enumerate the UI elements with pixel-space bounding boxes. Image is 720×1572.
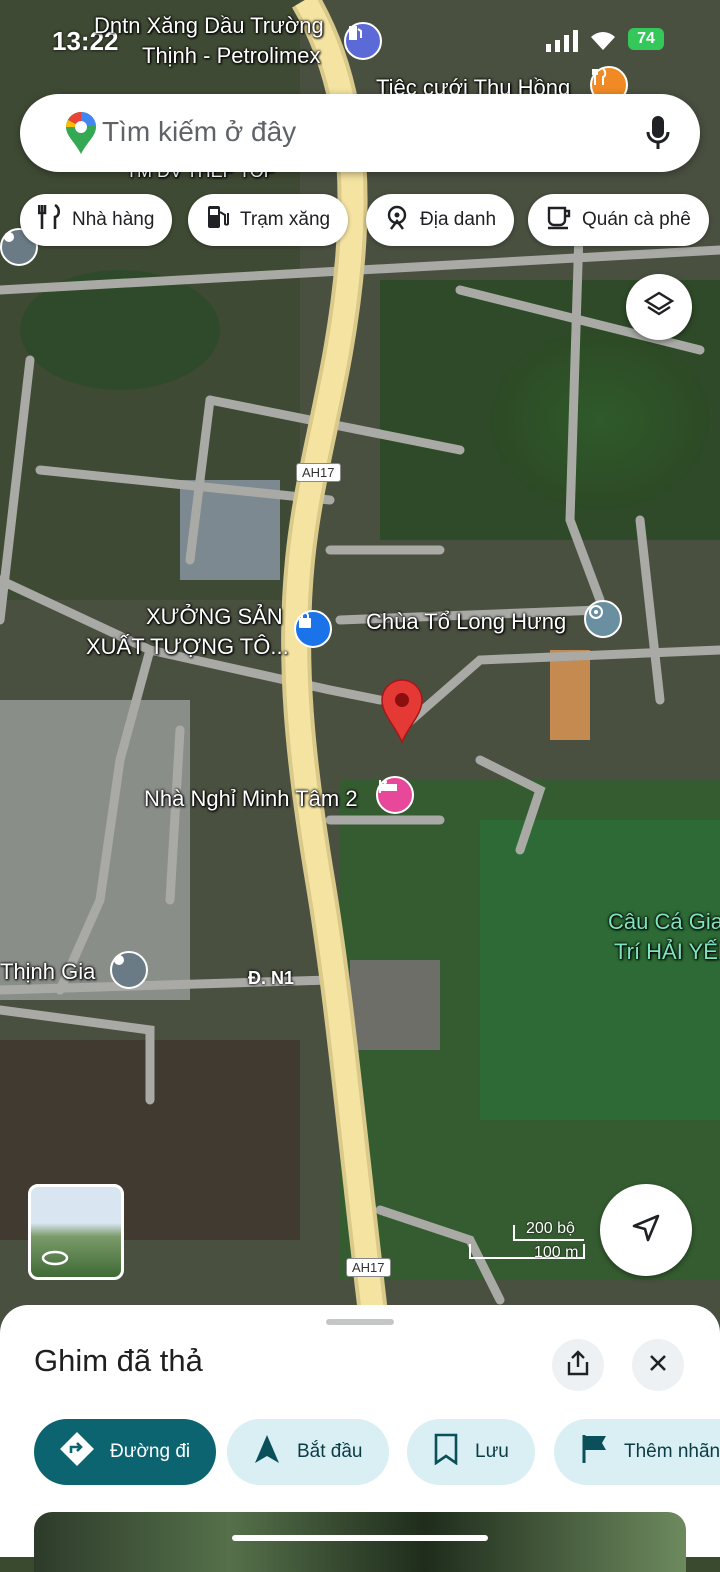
chip-coffee[interactable]: Quán cà phê <box>528 194 709 246</box>
sheet-drag-handle[interactable] <box>326 1319 394 1325</box>
bookmark-icon <box>433 1433 459 1471</box>
coffee-icon <box>546 204 572 236</box>
navigation-arrow-outline-icon <box>630 1212 662 1249</box>
road-shield-ah17: AH17 <box>296 463 341 482</box>
my-location-button[interactable] <box>600 1184 692 1276</box>
google-maps-logo-icon <box>64 111 98 161</box>
add-label-button[interactable]: Thêm nhãn <box>554 1419 720 1485</box>
poi-label-petrolimex[interactable]: Dntn Xăng Dầu Trường <box>94 12 324 40</box>
poi-label-cau-ca[interactable]: Câu Cá Gia <box>608 908 720 936</box>
search-placeholder[interactable]: Tìm kiếm ở đây <box>102 116 296 148</box>
hotel-pin-icon[interactable] <box>376 776 414 814</box>
road-shield-ah17-bottom: AH17 <box>346 1258 391 1277</box>
start-button[interactable]: Bắt đầu <box>227 1419 389 1485</box>
chip-gas-stations[interactable]: Trạm xăng <box>188 194 349 246</box>
bottom-sheet[interactable]: Ghim đã thả Đường đi Bắt đầu Lưu Thêm nh… <box>0 1305 720 1572</box>
layers-button[interactable] <box>626 274 692 340</box>
microphone-icon[interactable] <box>646 116 670 155</box>
poi-label-xuong-line2[interactable]: XUẤT TƯỢNG TÔ... <box>86 633 289 661</box>
poi-label-thinh-gia[interactable]: Thịnh Gia <box>0 958 95 986</box>
share-icon <box>566 1349 590 1381</box>
poi-label-cau-ca-line2[interactable]: Trí HẢI YẾN <box>614 938 720 966</box>
directions-label: Đường đi <box>110 1441 191 1462</box>
search-bar[interactable]: Tìm kiếm ở đây <box>20 94 700 172</box>
sheet-title: Ghim đã thả <box>34 1343 203 1378</box>
layers-icon <box>643 289 675 326</box>
flag-icon <box>580 1433 608 1471</box>
add-label-text: Thêm nhãn <box>624 1441 720 1462</box>
chip-label: Quán cà phê <box>582 209 691 230</box>
landmark-icon <box>384 204 410 236</box>
shopping-pin-icon[interactable] <box>294 610 332 648</box>
restaurant-icon <box>37 203 62 236</box>
close-button[interactable] <box>632 1339 684 1391</box>
road-label-n1: Đ. N1 <box>248 968 295 988</box>
temple-pin-icon[interactable] <box>584 600 622 638</box>
chip-label: Địa danh <box>420 209 497 230</box>
navigation-arrow-icon <box>253 1433 281 1471</box>
save-label: Lưu <box>475 1441 509 1462</box>
close-icon <box>648 1353 668 1378</box>
chip-landmarks[interactable]: Địa danh <box>366 194 515 246</box>
start-label: Bắt đầu <box>297 1441 363 1462</box>
home-indicator[interactable] <box>232 1535 488 1541</box>
directions-icon <box>60 1432 94 1472</box>
place-pin-icon[interactable] <box>110 951 148 989</box>
place-photo[interactable] <box>34 1512 686 1572</box>
poi-label-chua[interactable]: Chùa Tổ Long Hưng <box>366 608 566 636</box>
save-button[interactable]: Lưu <box>407 1419 535 1485</box>
gas-station-pin-icon[interactable] <box>344 22 382 60</box>
chip-label: Nhà hàng <box>72 209 155 230</box>
scale-feet: 200 bộ <box>526 1220 575 1237</box>
poi-label-xuong[interactable]: XƯỞNG SẢN <box>146 603 283 631</box>
scale-meters: 100 m <box>534 1244 579 1261</box>
chip-restaurants[interactable]: Nhà hàng <box>20 194 173 246</box>
chip-label: Trạm xăng <box>240 209 331 230</box>
poi-label-petrolimex-line2[interactable]: Thịnh - Petrolimex <box>142 42 321 70</box>
poi-label-nha-nghi[interactable]: Nhà Nghỉ Minh Tâm 2 <box>144 785 358 813</box>
directions-button[interactable]: Đường đi <box>34 1419 217 1485</box>
battery-indicator: 74 <box>628 28 664 50</box>
rotate-360-icon <box>41 1249 69 1272</box>
street-view-thumbnail[interactable] <box>28 1184 124 1280</box>
gas-station-icon <box>206 204 230 236</box>
share-button[interactable] <box>552 1339 604 1391</box>
